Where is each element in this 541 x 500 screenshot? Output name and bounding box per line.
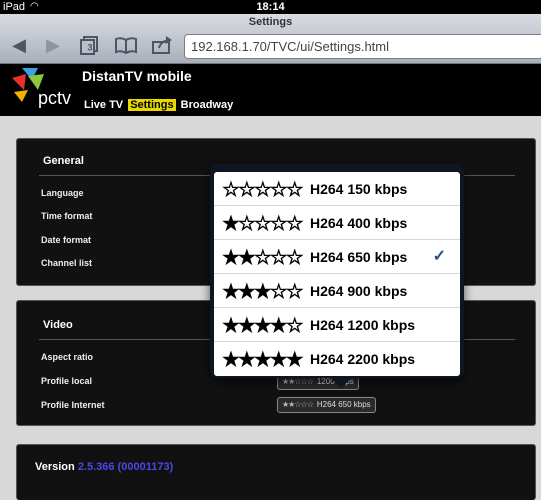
- tab-settings[interactable]: Settings: [128, 99, 176, 111]
- general-title: General: [43, 155, 84, 167]
- profile-local-label[interactable]: Profile local: [41, 376, 92, 386]
- page-title: Settings: [248, 16, 293, 28]
- share-icon[interactable]: [150, 35, 174, 55]
- rating-stars: ★★★☆☆: [222, 281, 304, 303]
- popover-arrow: [331, 378, 351, 388]
- video-title: Video: [43, 319, 73, 331]
- language-label[interactable]: Language: [41, 188, 84, 198]
- rating-stars: ★★☆☆☆: [282, 377, 314, 386]
- profile-options-list: ☆☆☆☆☆ H264 150 kbps ★☆☆☆☆ H264 400 kbps …: [214, 172, 460, 376]
- url-field[interactable]: 192.168.1.70/TVC/ui/Settings.html: [184, 34, 541, 59]
- version-value: 2.5.366 (00001173): [77, 461, 174, 473]
- version-info: Version 2.5.366 (00001173): [35, 461, 173, 473]
- profile-option[interactable]: ☆☆☆☆☆ H264 150 kbps: [214, 172, 460, 206]
- aspect-ratio-label[interactable]: Aspect ratio: [41, 352, 93, 362]
- rating-stars: ★★☆☆☆: [222, 247, 304, 269]
- profile-internet-select[interactable]: ★★☆☆☆ H264 650 kbps: [277, 397, 376, 413]
- option-label: H264 650 kbps: [310, 249, 408, 265]
- rating-stars: ★★★★★: [222, 349, 304, 371]
- app-title: DistanTV mobile: [82, 68, 192, 84]
- tab-live-tv[interactable]: Live TV: [82, 99, 125, 111]
- profile-popover: ☆☆☆☆☆ H264 150 kbps ★☆☆☆☆ H264 400 kbps …: [210, 164, 464, 388]
- time-format-label[interactable]: Time format: [41, 211, 92, 221]
- pctv-logo: pctv: [12, 68, 71, 108]
- option-label: H264 900 kbps: [310, 283, 408, 299]
- profile-option[interactable]: ★★★☆☆ H264 900 kbps: [214, 274, 460, 308]
- rating-stars: ★★☆☆☆: [282, 400, 314, 409]
- profile-option[interactable]: ★☆☆☆☆ H264 400 kbps: [214, 206, 460, 240]
- nav-tabs: Live TV Settings Broadway: [82, 99, 235, 111]
- tabs-icon[interactable]: 3: [78, 35, 102, 55]
- bookmarks-icon[interactable]: [114, 35, 138, 55]
- svg-text:pctv: pctv: [38, 88, 71, 108]
- back-icon[interactable]: ◀: [6, 34, 32, 56]
- status-bar: iPad ◠ 18:14: [0, 0, 541, 14]
- option-label: H264 400 kbps: [310, 215, 408, 231]
- version-label: Version: [35, 461, 75, 473]
- channel-list-label[interactable]: Channel list: [41, 258, 92, 268]
- rating-stars: ★☆☆☆☆: [222, 213, 304, 235]
- browser-toolbar: Settings ◀ ▶ 3 192.168.1.70/TVC/ui/Setti…: [0, 14, 541, 64]
- clock: 18:14: [256, 1, 285, 13]
- profile-internet-value: H264 650 kbps: [316, 400, 371, 409]
- forward-icon[interactable]: ▶: [40, 34, 66, 56]
- profile-internet-label[interactable]: Profile Internet: [41, 400, 105, 410]
- profile-option[interactable]: ★★★★★ H264 2200 kbps: [214, 342, 460, 376]
- date-format-label[interactable]: Date format: [41, 235, 91, 245]
- app-header: pctv DistanTV mobile Live TV Settings Br…: [0, 64, 541, 116]
- option-label: H264 1200 kbps: [310, 317, 416, 333]
- profile-option[interactable]: ★★★★☆ H264 1200 kbps: [214, 308, 460, 342]
- profile-option-selected[interactable]: ★★☆☆☆ H264 650 kbps ✓: [214, 240, 460, 274]
- checkmark-icon: ✓: [432, 248, 446, 265]
- option-label: H264 2200 kbps: [310, 351, 416, 367]
- rating-stars: ★★★★☆: [222, 315, 304, 337]
- rating-stars: ☆☆☆☆☆: [222, 179, 304, 201]
- svg-text:3: 3: [88, 43, 93, 53]
- version-panel: Version 2.5.366 (00001173): [16, 444, 536, 500]
- option-label: H264 150 kbps: [310, 181, 408, 197]
- tab-broadway[interactable]: Broadway: [179, 99, 236, 111]
